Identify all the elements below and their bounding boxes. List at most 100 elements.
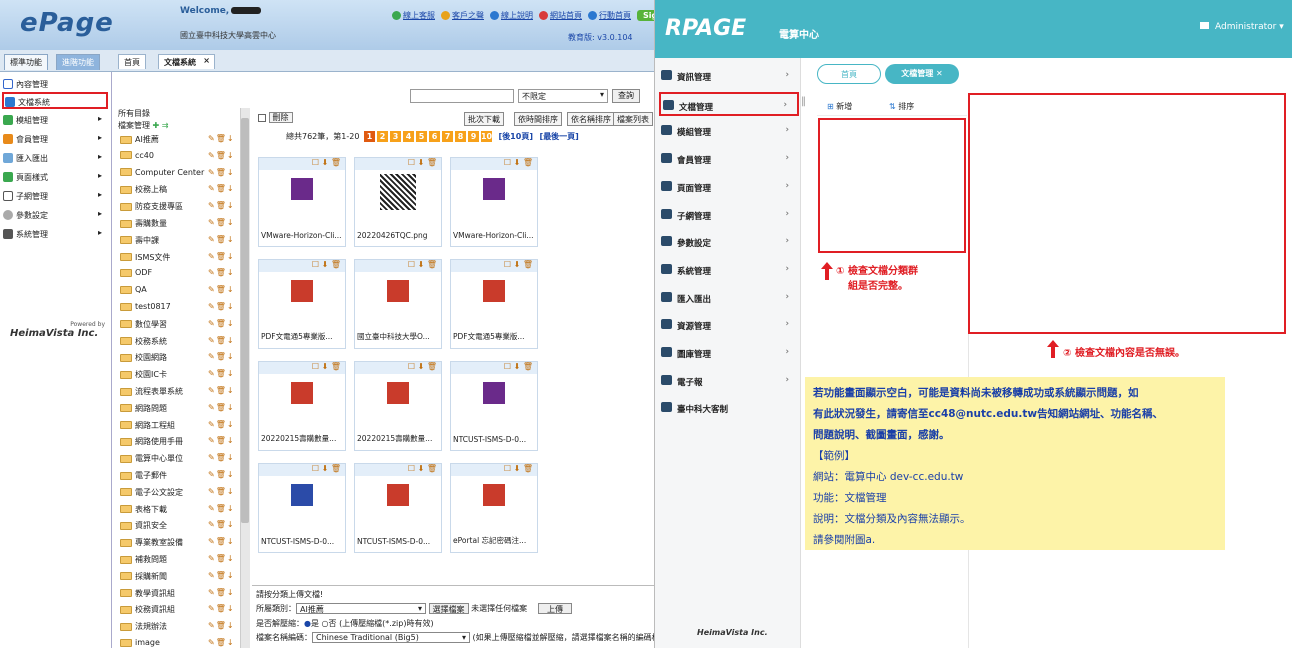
- rpage-sidebar-item[interactable]: 匯入匯出 ›: [659, 286, 799, 310]
- file-card[interactable]: ☐ ⬇ 🗑 20220215壽購數量...: [258, 361, 346, 451]
- delete-button[interactable]: 刪除: [268, 112, 293, 123]
- add-button[interactable]: ⊞ 新增: [827, 101, 852, 112]
- delete-control[interactable]: 刪除: [258, 112, 293, 123]
- tree-folder-item[interactable]: 電子郵件 ✎🗑↓: [120, 470, 234, 483]
- tree-folder-item[interactable]: 採購新聞 ✎🗑↓: [120, 571, 234, 584]
- folder-actions[interactable]: ✎🗑↓: [208, 487, 234, 496]
- top-link-mobile[interactable]: 行動首頁: [588, 10, 631, 21]
- tab-documents[interactable]: 文檔系統 ×: [158, 54, 215, 69]
- tree-folder-item[interactable]: 壽購數量 ✎🗑↓: [120, 218, 234, 231]
- folder-actions[interactable]: ✎🗑↓: [208, 151, 234, 160]
- close-icon[interactable]: ✕: [936, 69, 943, 78]
- folder-actions[interactable]: ✎🗑↓: [208, 369, 234, 378]
- sidebar-item-members[interactable]: 會員管理 ▸: [2, 131, 108, 148]
- pager-next-button[interactable]: [後10頁]: [499, 132, 533, 141]
- tree-folder-item[interactable]: QA ✎🗑↓: [120, 285, 234, 298]
- rpage-sidebar-item[interactable]: 參數設定 ›: [659, 230, 799, 254]
- page-number[interactable]: 8: [454, 131, 466, 142]
- folder-actions[interactable]: ✎🗑↓: [208, 218, 234, 227]
- top-link-home[interactable]: 網站首頁: [539, 10, 582, 21]
- tree-folder-item[interactable]: ODF ✎🗑↓: [120, 268, 234, 281]
- sidebar-item-modules[interactable]: 模組管理 ▸: [2, 112, 108, 129]
- tab-advanced[interactable]: 進階功能: [56, 54, 100, 70]
- page-number[interactable]: 9: [467, 131, 479, 142]
- rpage-sidebar-item[interactable]: 電子報 ›: [659, 369, 799, 393]
- folder-actions[interactable]: ✎🗑↓: [208, 235, 234, 244]
- folder-actions[interactable]: ✎🗑↓: [208, 504, 234, 513]
- top-link-help[interactable]: 線上說明: [490, 10, 533, 21]
- file-card[interactable]: ☐ ⬇ 🗑 20220426TQC.png: [354, 157, 442, 247]
- page-number[interactable]: 10: [480, 131, 492, 142]
- file-card[interactable]: ☐ ⬇ 🗑 PDF文電通5專業版...: [258, 259, 346, 349]
- file-card-actions[interactable]: ☐ ⬇ 🗑: [355, 260, 441, 272]
- move-icon[interactable]: ⇉: [162, 121, 169, 130]
- tree-folder-item[interactable]: 電算中心單位 ✎🗑↓: [120, 453, 234, 466]
- folder-actions[interactable]: ✎🗑↓: [208, 184, 234, 193]
- tree-folder-item[interactable]: 校園網路 ✎🗑↓: [120, 352, 234, 365]
- tree-folder-item[interactable]: 資訊安全 ✎🗑↓: [120, 520, 234, 533]
- file-card[interactable]: ☐ ⬇ 🗑 NTCUST-ISMS-D-0...: [354, 463, 442, 553]
- folder-actions[interactable]: ✎🗑↓: [208, 638, 234, 647]
- tree-folder-item[interactable]: 教學資訊組 ✎🗑↓: [120, 588, 234, 601]
- tree-folder-item[interactable]: test0817 ✎🗑↓: [120, 302, 234, 315]
- radio-no[interactable]: ○: [322, 619, 329, 628]
- rpage-sidebar-item[interactable]: 模組管理 ›: [659, 119, 799, 143]
- file-card[interactable]: ☐ ⬇ 🗑 國立臺中科技大學O...: [354, 259, 442, 349]
- file-list-button[interactable]: 檔案列表: [613, 112, 653, 126]
- admin-menu[interactable]: Administrator ▾: [1200, 22, 1284, 32]
- tree-folder-item[interactable]: 數位學習 ✎🗑↓: [120, 319, 234, 332]
- rpage-sidebar-item[interactable]: 文檔管理 ›: [659, 91, 799, 116]
- tree-folder-item[interactable]: ISMS文件 ✎🗑↓: [120, 252, 234, 265]
- signout-button[interactable]: Sign out: [637, 10, 654, 21]
- sidebar-item-settings[interactable]: 參數設定 ▸: [2, 207, 108, 224]
- tree-folder-item[interactable]: 校園IC卡 ✎🗑↓: [120, 369, 234, 382]
- sidebar-item-documents[interactable]: 文檔系統: [2, 92, 108, 109]
- tree-folder-item[interactable]: cc40 ✎🗑↓: [120, 151, 234, 164]
- page-number[interactable]: 1: [363, 131, 375, 142]
- rpage-sidebar-item[interactable]: 頁面管理 ›: [659, 175, 799, 199]
- top-link-feedback[interactable]: 客戶之聲: [441, 10, 484, 21]
- sort-by-name-button[interactable]: 依名稱排序: [567, 112, 615, 126]
- folder-actions[interactable]: ✎🗑↓: [208, 520, 234, 529]
- sidebar-item-import-export[interactable]: 匯入匯出 ▸: [2, 150, 108, 167]
- page-number[interactable]: 2: [376, 131, 388, 142]
- tree-folder-item[interactable]: 校務上稿 ✎🗑↓: [120, 184, 234, 197]
- folder-actions[interactable]: ✎🗑↓: [208, 403, 234, 412]
- folder-actions[interactable]: ✎🗑↓: [208, 420, 234, 429]
- folder-actions[interactable]: ✎🗑↓: [208, 319, 234, 328]
- tree-folder-item[interactable]: 專業教室設備 ✎🗑↓: [120, 537, 234, 550]
- tab-home[interactable]: 首頁: [118, 54, 146, 69]
- folder-actions[interactable]: ✎🗑↓: [208, 554, 234, 563]
- tree-folder-item[interactable]: 流程表單系統 ✎🗑↓: [120, 386, 234, 399]
- tree-folder-item[interactable]: 電子公文設定 ✎🗑↓: [120, 487, 234, 500]
- batch-download-button[interactable]: 批次下載: [464, 112, 504, 126]
- select-all-checkbox[interactable]: [258, 113, 266, 122]
- tree-root[interactable]: 檔案管理 ✚ ⇉: [118, 120, 169, 131]
- file-card-actions[interactable]: ☐ ⬇ 🗑: [451, 158, 537, 170]
- file-card[interactable]: ☐ ⬇ 🗑 20220215壽購數量...: [354, 361, 442, 451]
- file-card-actions[interactable]: ☐ ⬇ 🗑: [259, 158, 345, 170]
- tree-folder-item[interactable]: 表格下載 ✎🗑↓: [120, 504, 234, 517]
- file-card[interactable]: ☐ ⬇ 🗑 VMware-Horizon-Cli...: [450, 157, 538, 247]
- tab-home[interactable]: 首頁: [817, 64, 881, 84]
- file-card-actions[interactable]: ☐ ⬇ 🗑: [451, 464, 537, 476]
- rpage-sidebar-item[interactable]: 圖庫管理 ›: [659, 341, 799, 365]
- rpage-sidebar-item[interactable]: 系統管理 ›: [659, 258, 799, 282]
- folder-actions[interactable]: ✎🗑↓: [208, 352, 234, 361]
- tree-folder-item[interactable]: AI推薦 ✎🗑↓: [120, 134, 234, 147]
- choose-file-button[interactable]: 選擇檔案: [428, 603, 469, 614]
- file-card-actions[interactable]: ☐ ⬇ 🗑: [259, 464, 345, 476]
- file-card[interactable]: ☐ ⬇ 🗑 PDF文電通5專業版...: [450, 259, 538, 349]
- tree-folder-item[interactable]: image ✎🗑↓: [120, 638, 234, 648]
- file-card-actions[interactable]: ☐ ⬇ 🗑: [259, 362, 345, 374]
- upload-button[interactable]: 上傳: [538, 603, 572, 614]
- file-card[interactable]: ☐ ⬇ 🗑 ePortal 忘記密碼注...: [450, 463, 538, 553]
- rpage-sidebar-item[interactable]: 子網管理 ›: [659, 203, 799, 227]
- tab-standard[interactable]: 標準功能: [4, 54, 48, 70]
- folder-actions[interactable]: ✎🗑↓: [208, 470, 234, 479]
- sidebar-item-system[interactable]: 系統管理 ▸: [2, 226, 108, 243]
- folder-actions[interactable]: ✎🗑↓: [208, 336, 234, 345]
- file-card[interactable]: ☐ ⬇ 🗑 NTCUST-ISMS-D-0...: [450, 361, 538, 451]
- tree-folder-item[interactable]: 法規辦法 ✎🗑↓: [120, 621, 234, 634]
- folder-actions[interactable]: ✎🗑↓: [208, 621, 234, 630]
